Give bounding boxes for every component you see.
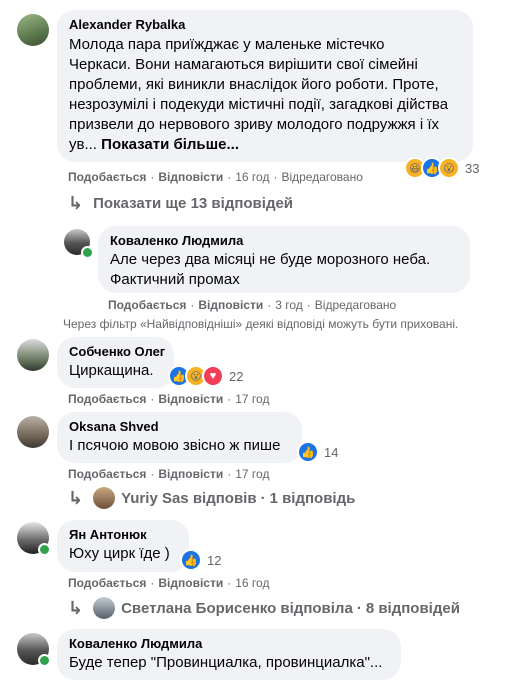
comment-bubble: Собченко Олег Циркащина.: [57, 337, 174, 388]
filter-note: Через фільтр «Найвідповідніші» деякі від…: [63, 317, 459, 331]
like-action[interactable]: Подобається: [68, 576, 146, 590]
edited-label: Відредаговано: [281, 170, 363, 184]
like-action[interactable]: Подобається: [68, 170, 146, 184]
comment-actions: Подобається · Відповісти · 17 год: [68, 392, 270, 406]
comment-author[interactable]: Коваленко Людмила: [110, 233, 458, 248]
reaction-summary[interactable]: 👍 😮 ♥ 22: [168, 365, 243, 387]
comment-actions: Подобається · Відповісти · 17 год: [68, 467, 270, 481]
reply-arrow-icon: ↳: [68, 193, 84, 213]
reply-arrow-icon: ↳: [68, 487, 84, 508]
comment-actions: Подобається · Відповісти · 16 год · Відредагов…: [68, 170, 363, 184]
comment-author[interactable]: Oksana Shved: [69, 419, 290, 434]
comment-bubble: Oksana Shved І псячою мовою звісно ж пиш…: [57, 412, 302, 463]
view-replies[interactable]: ↳ Светлана Борисенко відповіла · 8 відпові…: [68, 597, 460, 619]
comment-time[interactable]: 17 год: [235, 467, 269, 481]
avatar: [93, 487, 116, 509]
comment-time[interactable]: 16 год: [235, 170, 269, 184]
comment-time[interactable]: 3 год: [275, 298, 303, 312]
like-action[interactable]: Подобається: [108, 298, 186, 312]
reaction-summary[interactable]: 👍 12: [180, 549, 221, 571]
like-icon: 👍: [297, 441, 319, 463]
online-indicator: [38, 654, 51, 667]
wow-icon: 😮: [438, 157, 460, 179]
like-icon: 👍: [180, 549, 202, 571]
avatar[interactable]: [17, 416, 49, 448]
reply-author: Светлана Борисенко: [121, 599, 277, 617]
reply-action[interactable]: Відповісти: [158, 392, 223, 406]
comment-author[interactable]: Alexander Rybalka: [69, 17, 461, 32]
comment-text: І псячою мовою звісно ж пише: [69, 437, 281, 454]
comment-time[interactable]: 17 год: [235, 392, 269, 406]
love-icon: ♥: [202, 365, 224, 387]
online-indicator: [38, 543, 51, 556]
comment-text: Буде тепер "Провинциалка, провинциалка".…: [69, 654, 383, 671]
comment-actions: Подобається · Відповісти · 3 год · Відредагова…: [108, 298, 397, 312]
comment-author[interactable]: Собченко Олег: [69, 344, 165, 359]
comment-bubble: Alexander Rybalka Молода пара приїжджає …: [57, 10, 473, 162]
comment-text: Юху цирк їде ): [69, 545, 170, 562]
comment-author[interactable]: Коваленко Людмила: [69, 636, 389, 651]
avatar[interactable]: [17, 14, 49, 46]
comment-text: Але через два місяці не буде морозного н…: [110, 251, 431, 288]
comment-bubble: Ян Антонюк Юху цирк їде ): [57, 520, 189, 572]
comment-actions: Подобається · Відповісти · 16 год: [68, 576, 270, 590]
view-replies[interactable]: ↳ Yuriy Sas відповів · 1 відповідь: [68, 487, 355, 509]
reply-arrow-icon: ↳: [68, 597, 84, 618]
reaction-summary[interactable]: 👍 14: [297, 441, 338, 463]
comment-author[interactable]: Ян Антонюк: [69, 527, 177, 542]
comment-text: Циркащина.: [69, 362, 154, 379]
comment-bubble: Коваленко Людмила Буде тепер "Провинциал…: [57, 629, 401, 680]
reply-action[interactable]: Відповісти: [198, 298, 263, 312]
comment-bubble: Коваленко Людмила Але через два місяці н…: [98, 226, 470, 293]
see-more-link[interactable]: Показати більше...: [101, 136, 239, 153]
reaction-summary[interactable]: 😆 👍 😮 33: [404, 157, 479, 179]
reply-action[interactable]: Відповісти: [158, 576, 223, 590]
reply-author: Yuriy Sas: [121, 489, 189, 507]
edited-label: Відредаговано: [314, 298, 397, 312]
comment-text: Молода пара приїжджає у маленьке містечк…: [69, 36, 449, 153]
avatar: [93, 597, 116, 619]
reply-action[interactable]: Відповісти: [158, 170, 223, 184]
avatar[interactable]: [17, 339, 49, 371]
like-action[interactable]: Подобається: [68, 392, 146, 406]
reply-action[interactable]: Відповісти: [158, 467, 223, 481]
like-action[interactable]: Подобається: [68, 467, 146, 481]
view-more-replies[interactable]: ↳ Показати ще 13 відповідей: [68, 193, 293, 214]
comment-time[interactable]: 16 год: [235, 576, 269, 590]
online-indicator: [81, 246, 94, 259]
